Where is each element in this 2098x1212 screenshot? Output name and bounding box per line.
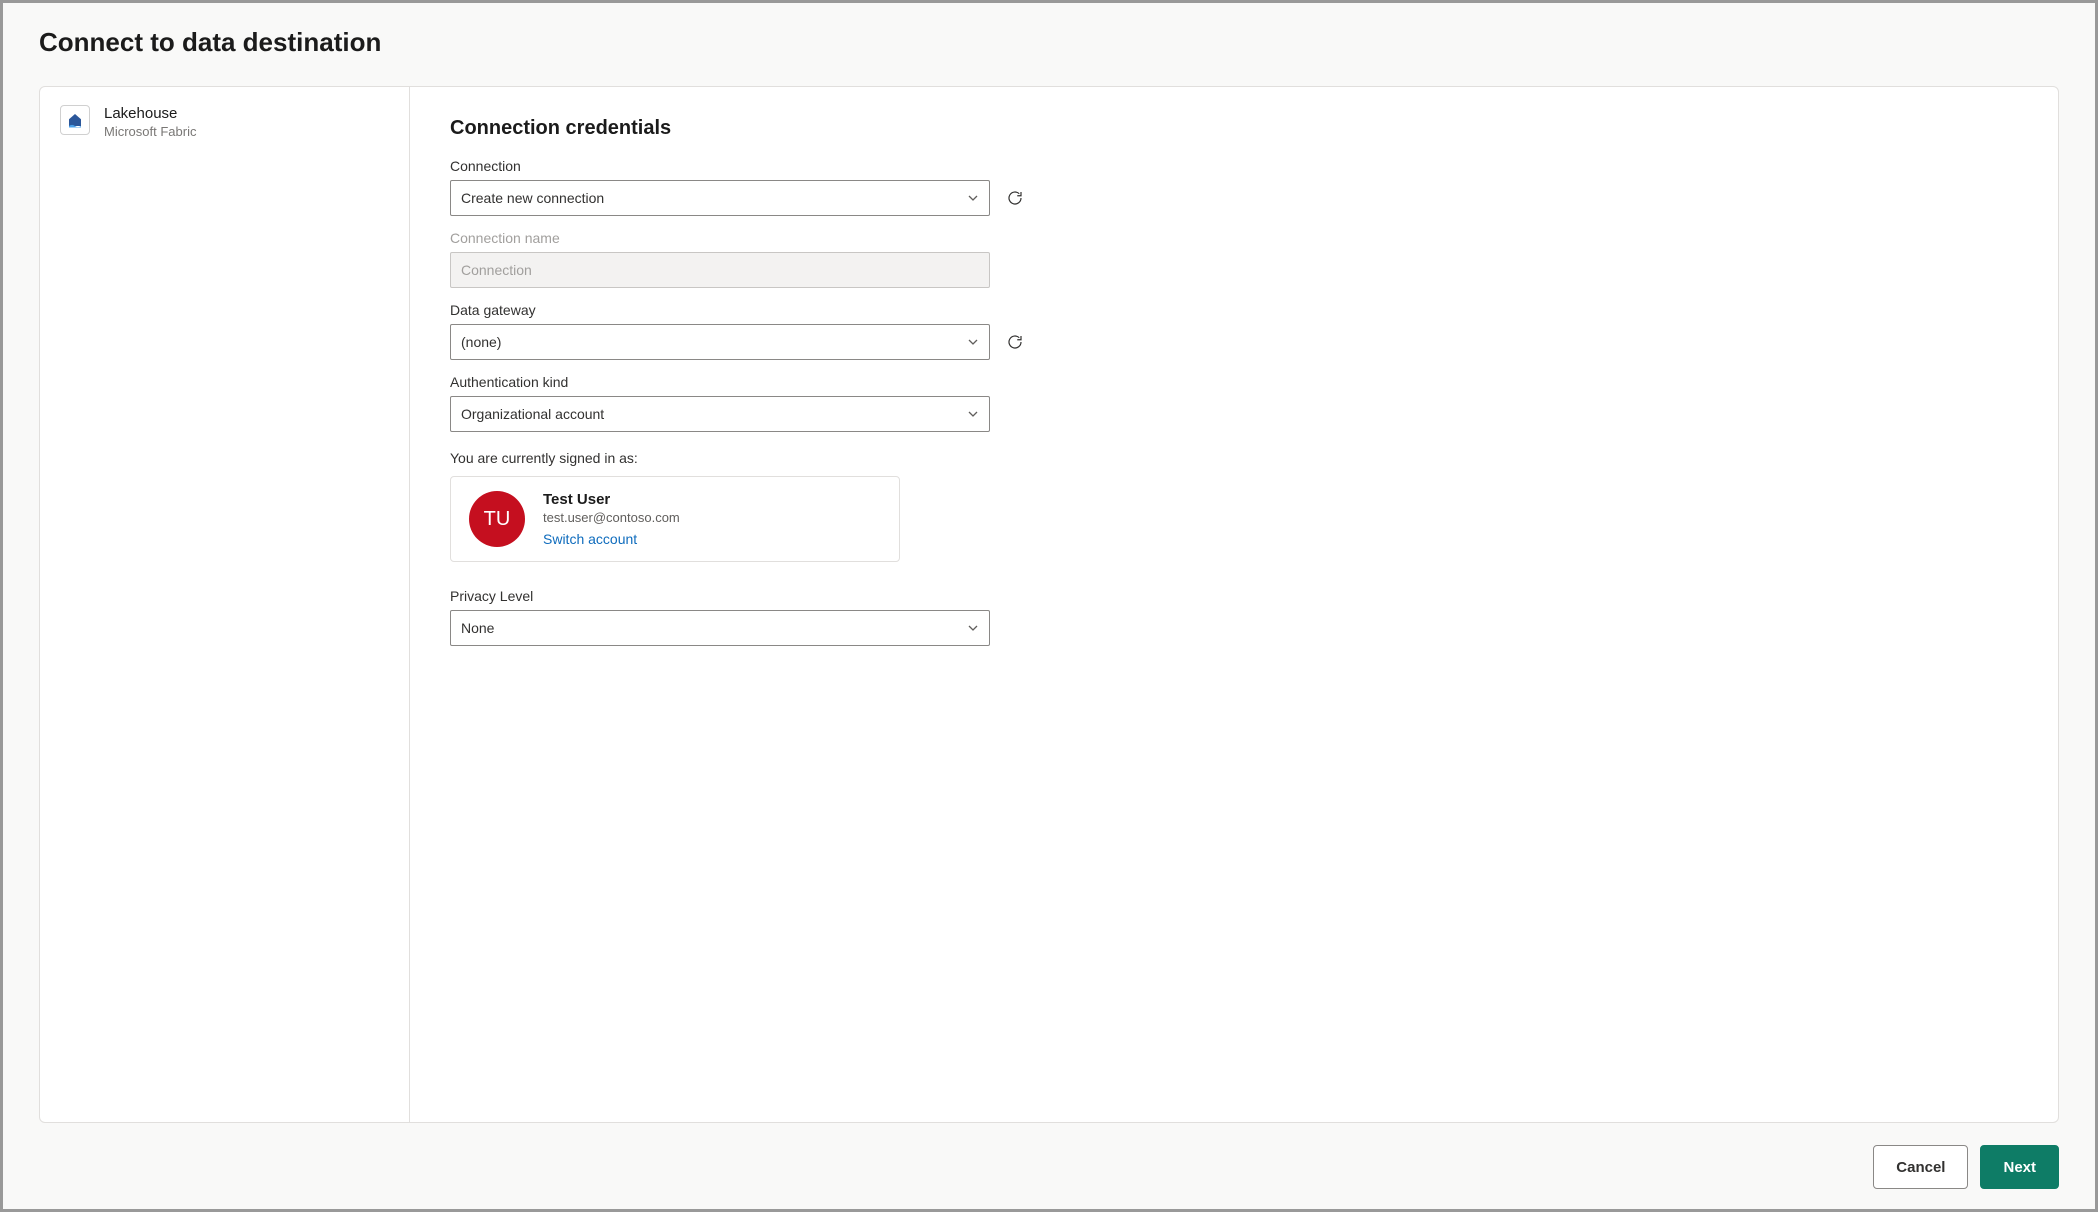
privacy-level-label: Privacy Level: [450, 588, 2018, 604]
data-gateway-value: (none): [461, 334, 501, 350]
signed-in-label: You are currently signed in as:: [450, 450, 2018, 466]
source-subtitle: Microsoft Fabric: [104, 124, 196, 139]
auth-kind-value: Organizational account: [461, 406, 604, 422]
data-gateway-refresh-button[interactable]: [1004, 331, 1026, 353]
data-gateway-select[interactable]: (none): [450, 324, 990, 360]
chevron-down-icon: [967, 408, 979, 420]
chevron-down-icon: [967, 622, 979, 634]
auth-kind-select[interactable]: Organizational account: [450, 396, 990, 432]
lakehouse-icon: [60, 105, 90, 135]
connection-name-value: Connection: [461, 262, 532, 278]
data-gateway-label: Data gateway: [450, 302, 2018, 318]
connection-select[interactable]: Create new connection: [450, 180, 990, 216]
account-email: test.user@contoso.com: [543, 510, 680, 525]
source-pane: Lakehouse Microsoft Fabric: [40, 87, 410, 1122]
dialog-footer: Cancel Next: [39, 1123, 2059, 1189]
refresh-icon: [1006, 189, 1024, 207]
connection-refresh-button[interactable]: [1004, 187, 1026, 209]
privacy-level-value: None: [461, 620, 494, 636]
chevron-down-icon: [967, 192, 979, 204]
avatar: TU: [469, 491, 525, 547]
next-button[interactable]: Next: [1980, 1145, 2059, 1189]
dialog-title: Connect to data destination: [39, 27, 2059, 58]
refresh-icon: [1006, 333, 1024, 351]
source-item[interactable]: Lakehouse Microsoft Fabric: [60, 105, 389, 139]
connection-name-label: Connection name: [450, 230, 2018, 246]
form-pane: Connection credentials Connection Create…: [410, 87, 2058, 1122]
privacy-level-select[interactable]: None: [450, 610, 990, 646]
auth-kind-label: Authentication kind: [450, 374, 2018, 390]
connection-label: Connection: [450, 158, 2018, 174]
account-name: Test User: [543, 491, 680, 508]
switch-account-link[interactable]: Switch account: [543, 531, 680, 547]
connection-value: Create new connection: [461, 190, 604, 206]
section-heading: Connection credentials: [450, 117, 2018, 140]
chevron-down-icon: [967, 336, 979, 348]
content-card: Lakehouse Microsoft Fabric Connection cr…: [39, 86, 2059, 1123]
cancel-button[interactable]: Cancel: [1873, 1145, 1968, 1189]
connection-name-input: Connection: [450, 252, 990, 288]
account-card: TU Test User test.user@contoso.com Switc…: [450, 476, 900, 562]
source-name: Lakehouse: [104, 105, 196, 122]
